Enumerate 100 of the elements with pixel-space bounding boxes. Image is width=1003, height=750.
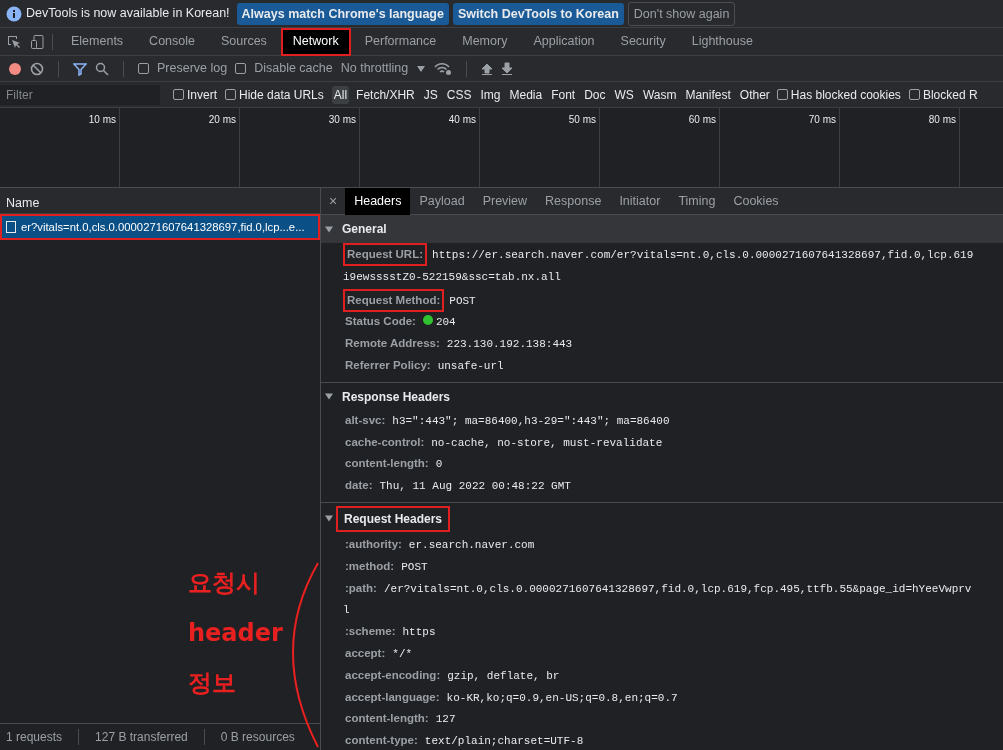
- tick-label: 50 ms: [568, 114, 596, 125]
- header-value: i9ewsssstZ0-522159&ssc=tab.nx.all: [343, 269, 561, 285]
- checkbox[interactable]: [235, 63, 247, 74]
- detail-tab[interactable]: Timing: [669, 188, 725, 215]
- type-filter-button[interactable]: Manifest: [683, 85, 733, 104]
- tick-label: 30 ms: [328, 114, 356, 125]
- header-name: cache-control:: [344, 434, 426, 450]
- record-icon[interactable]: [8, 61, 22, 76]
- header-value: gzip, deflate, br: [447, 668, 560, 684]
- panel-tab[interactable]: Console: [137, 27, 207, 56]
- section-title[interactable]: Response Headers: [336, 385, 457, 408]
- wifi-gear-icon[interactable]: [434, 61, 453, 76]
- throttling-dropdown[interactable]: No throttling: [340, 59, 409, 78]
- header-name: accept-encoding:: [344, 667, 442, 683]
- type-filter-button[interactable]: Wasm: [640, 85, 679, 104]
- panel-tab[interactable]: Performance: [352, 27, 449, 56]
- header-value: 127: [435, 712, 456, 728]
- checkbox[interactable]: [908, 89, 920, 100]
- section-title[interactable]: Request Headers: [336, 505, 451, 532]
- type-filter-button[interactable]: Other: [737, 85, 772, 104]
- banner-message: DevTools is now available in Korean!: [26, 5, 230, 23]
- panel-tab[interactable]: Elements: [59, 27, 136, 56]
- panel-tab[interactable]: Sources: [209, 27, 279, 56]
- type-filter-button[interactable]: JS: [421, 85, 440, 104]
- type-filter-button[interactable]: Font: [549, 85, 578, 104]
- header-name: content-length:: [344, 711, 430, 727]
- checkbox[interactable]: [776, 89, 788, 100]
- header-value: no-cache, no-store, must-revalidate: [431, 435, 663, 451]
- filter-icon[interactable]: [73, 61, 87, 76]
- detail-tab[interactable]: Cookies: [724, 188, 788, 215]
- panel-tab[interactable]: Application: [521, 27, 607, 56]
- header-value: https: [402, 625, 436, 641]
- clear-icon[interactable]: [30, 61, 44, 76]
- header-name: accept-language:: [344, 689, 441, 705]
- header-name: date:: [344, 478, 374, 494]
- header-value: text/plain;charset=UTF-8: [424, 734, 584, 750]
- banner-button[interactable]: Always match Chrome's language: [236, 2, 449, 25]
- panel-tab[interactable]: Security: [608, 27, 678, 56]
- upload-icon[interactable]: [481, 61, 494, 76]
- detail-tab[interactable]: Payload: [410, 188, 474, 215]
- header-name: alt-svc:: [344, 412, 387, 428]
- checkbox[interactable]: [225, 89, 236, 100]
- header-value: 0: [435, 457, 443, 473]
- header-name: Request URL:: [343, 243, 428, 267]
- search-icon[interactable]: [95, 61, 109, 76]
- checkbox-label: Disable cache: [254, 60, 333, 78]
- status-dot: [422, 315, 433, 326]
- type-filter-button[interactable]: Media: [507, 85, 545, 104]
- expand-triangle-icon[interactable]: [325, 392, 334, 402]
- header-value: POST: [449, 293, 476, 309]
- banner-button[interactable]: Don't show again: [627, 1, 736, 26]
- header-name: Request Method:: [343, 288, 445, 312]
- download-icon[interactable]: [501, 61, 514, 76]
- type-filter-button[interactable]: WS: [612, 85, 636, 104]
- type-filter-button[interactable]: All: [331, 85, 350, 104]
- panel-tab[interactable]: Lighthouse: [679, 27, 765, 56]
- close-button[interactable]: ×: [321, 190, 346, 212]
- tick-label: 20 ms: [208, 114, 236, 125]
- detail-tab[interactable]: Preview: [473, 188, 537, 215]
- checkbox-label: Hide data URLs: [239, 86, 324, 104]
- tick-label: 10 ms: [88, 114, 116, 125]
- document-icon: [6, 221, 16, 233]
- tick-label: 40 ms: [448, 114, 476, 125]
- tick-label: 80 ms: [928, 114, 956, 125]
- filter-field[interactable]: Filter: [0, 84, 160, 105]
- header-value: Thu, 11 Aug 2022 00:48:22 GMT: [379, 479, 571, 495]
- tick-label: 60 ms: [688, 114, 716, 125]
- banner-button[interactable]: Switch DevTools to Korean: [452, 2, 624, 25]
- header-name: Referrer Policy:: [344, 358, 432, 373]
- type-filter-button[interactable]: Fetch/XHR: [354, 85, 417, 104]
- type-filter-button[interactable]: CSS: [444, 85, 474, 104]
- type-filter-button[interactable]: Img: [478, 85, 503, 104]
- request-name: er?vitals=nt.0,cls.0.0000271607641328697,fid.0,lcp...e...: [21, 219, 305, 235]
- status-text: 127 B transferred: [95, 729, 188, 746]
- header-name: content-type:: [344, 733, 419, 749]
- section-title[interactable]: General: [336, 218, 393, 240]
- expand-triangle-icon[interactable]: [325, 514, 334, 524]
- header-value: 223.130.192.138:443: [446, 337, 573, 353]
- expand-triangle-icon[interactable]: [325, 224, 334, 234]
- header-value: er.search.naver.com: [408, 537, 535, 553]
- caret-icon[interactable]: [416, 64, 427, 73]
- device-icon[interactable]: [30, 33, 46, 50]
- type-filter-button[interactable]: Doc: [582, 85, 608, 104]
- header-name: Remote Address:: [344, 336, 441, 352]
- header-name: :scheme:: [344, 624, 397, 640]
- annotation-text: 정보: [188, 668, 236, 699]
- tick-label: 70 ms: [808, 114, 836, 125]
- header-value: /er?vitals=nt.0,cls.0.0000271607641328697,fid.0,lcp.619,fcp.495,ttfb.55&page_id=hYeeVwprv: [383, 581, 972, 597]
- panel-tab[interactable]: Memory: [450, 27, 520, 56]
- detail-tab[interactable]: Headers: [345, 188, 411, 215]
- header-value: https://er.search.naver.com/er?vitals=nt.0,cls.0.0000271607641328697,fid.0,lcp.619: [432, 248, 974, 263]
- request-row[interactable]: er?vitals=nt.0,cls.0.0000271607641328697,fid.0,lcp...e...: [0, 214, 320, 240]
- panel-tab[interactable]: Network: [280, 27, 351, 56]
- checkbox[interactable]: [173, 89, 184, 100]
- header-value: POST: [401, 559, 428, 575]
- detail-tab[interactable]: Initiator: [610, 188, 670, 215]
- header-name: Status Code:: [344, 314, 417, 330]
- detail-tab[interactable]: Response: [536, 188, 611, 215]
- inspect-icon[interactable]: [6, 33, 22, 50]
- checkbox[interactable]: [138, 63, 149, 74]
